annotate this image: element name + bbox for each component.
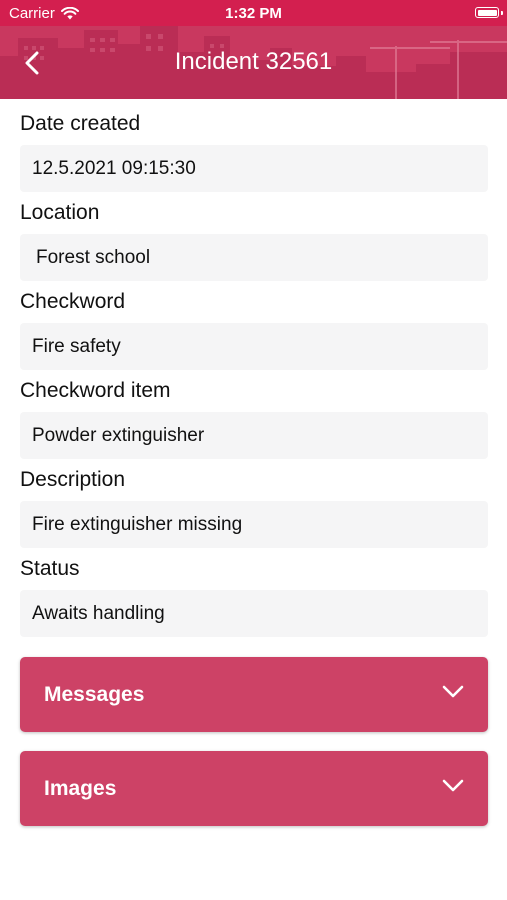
incident-details-form: Date created 12.5.2021 09:15:30 Location…	[20, 99, 488, 637]
checkword-value: Fire safety	[20, 323, 488, 370]
location-label: Location	[20, 201, 100, 224]
status-bar: Carrier 1:32 PM	[0, 0, 507, 26]
messages-section-toggle[interactable]: Messages	[20, 657, 488, 732]
nav-header: Incident 32561	[0, 26, 507, 99]
checkword-field: Checkword Fire safety	[20, 277, 488, 370]
date-created-value: 12.5.2021 09:15:30	[20, 145, 488, 192]
status-value: Awaits handling	[20, 590, 488, 637]
page-title: Incident 32561	[174, 48, 333, 75]
description-label: Description	[20, 468, 126, 491]
location-field: Location Forest school	[20, 188, 488, 281]
description-value: Fire extinguisher missing	[20, 501, 488, 548]
date-created-label: Date created	[20, 112, 141, 135]
images-section-label: Images	[44, 777, 117, 800]
chevron-down-icon	[442, 685, 464, 698]
checkword-item-label: Checkword item	[20, 379, 171, 402]
images-section-toggle[interactable]: Images	[20, 751, 488, 826]
status-time: 1:32 PM	[225, 5, 282, 22]
messages-section-label: Messages	[44, 683, 145, 706]
checkword-item-field: Checkword item Powder extinguisher	[20, 366, 488, 459]
battery-icon	[475, 7, 499, 18]
date-created-field: Date created 12.5.2021 09:15:30	[20, 99, 488, 192]
location-value: Forest school	[20, 234, 488, 281]
checkword-item-value: Powder extinguisher	[20, 412, 488, 459]
status-field: Status Awaits handling	[20, 544, 488, 637]
chevron-down-icon	[442, 779, 464, 792]
status-label: Status	[20, 557, 80, 580]
description-field: Description Fire extinguisher missing	[20, 455, 488, 548]
checkword-label: Checkword	[20, 290, 126, 313]
